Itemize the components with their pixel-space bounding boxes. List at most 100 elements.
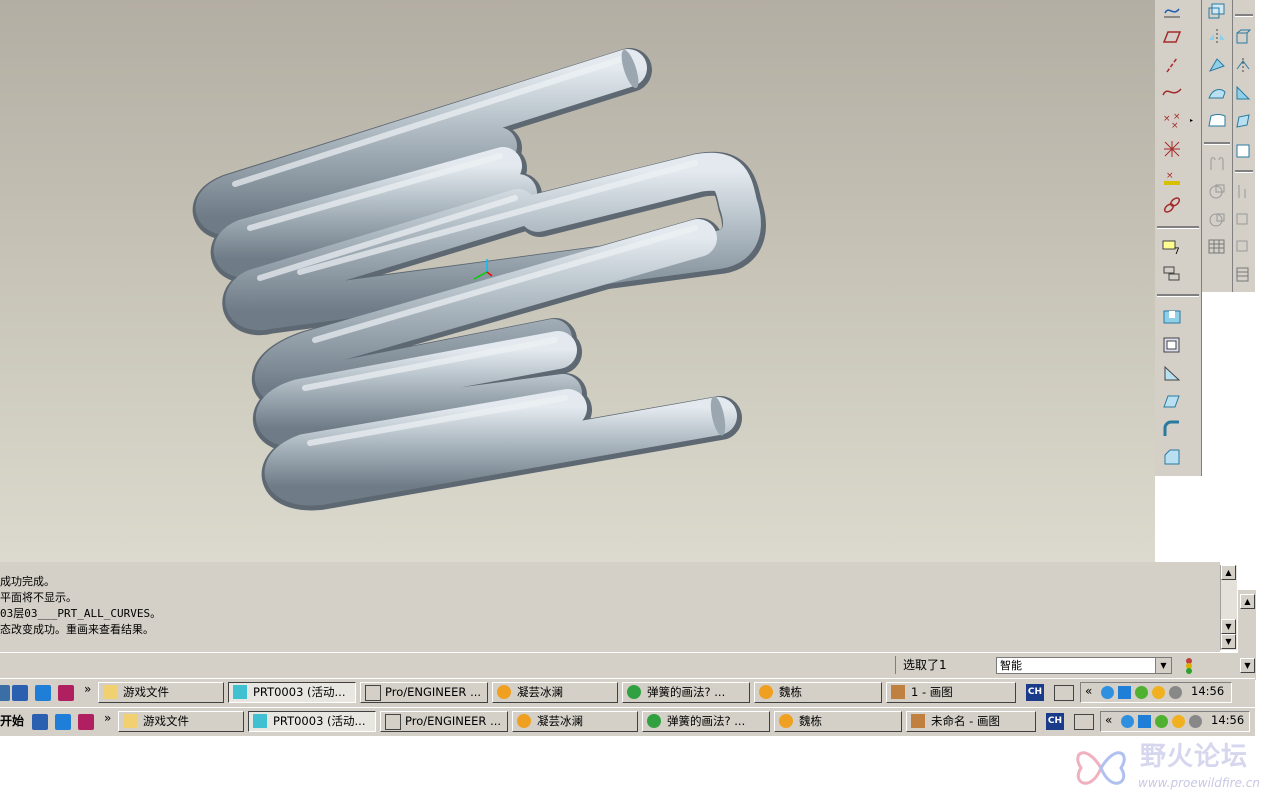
variable-sweep-icon[interactable] bbox=[1233, 82, 1253, 104]
traffic-light-icon[interactable] bbox=[1182, 657, 1196, 675]
task-qq-chat-2[interactable]: 魏栋 bbox=[754, 682, 882, 703]
start-button-fragment[interactable] bbox=[0, 685, 10, 701]
language-indicator[interactable]: CH bbox=[1046, 713, 1064, 730]
task-label: 弹簧的画法? ... bbox=[647, 685, 726, 699]
task-label: 游戏文件 bbox=[143, 714, 189, 728]
start-button[interactable]: 开始 bbox=[0, 712, 24, 729]
antivirus-icon[interactable] bbox=[1155, 715, 1168, 728]
copy-icon[interactable] bbox=[1205, 0, 1229, 22]
datum-plane-icon[interactable] bbox=[1160, 26, 1184, 48]
draft-icon[interactable] bbox=[1160, 390, 1184, 412]
message-line: 成功完成。 bbox=[0, 575, 55, 588]
task-prt0003[interactable]: PRT0003 (活动... bbox=[228, 682, 356, 703]
datum-axis-icon[interactable] bbox=[1160, 54, 1184, 76]
browser-icon bbox=[627, 685, 641, 699]
keyboard-icon[interactable] bbox=[1054, 685, 1074, 701]
annotation-icon[interactable]: 7 bbox=[1160, 236, 1184, 258]
tray-app-icon[interactable] bbox=[1118, 686, 1131, 699]
extend-icon[interactable] bbox=[1233, 180, 1253, 202]
back-icon[interactable] bbox=[55, 714, 71, 730]
task-qq-chat-1[interactable]: 凝芸冰澜 bbox=[492, 682, 618, 703]
qq-tray-icon[interactable] bbox=[1172, 715, 1185, 728]
volume-icon[interactable] bbox=[1189, 715, 1202, 728]
ie-icon[interactable] bbox=[12, 685, 28, 701]
sketch-curve-icon[interactable] bbox=[1160, 0, 1184, 22]
task-label: 魏栋 bbox=[779, 685, 802, 699]
table-icon[interactable] bbox=[1160, 263, 1184, 285]
tray-expand-icon[interactable]: « bbox=[1085, 684, 1092, 698]
message-line: 03层03___PRT_ALL_CURVES。 bbox=[0, 607, 162, 620]
trim-icon[interactable] bbox=[1205, 152, 1229, 174]
coordinate-system-icon[interactable] bbox=[1160, 138, 1184, 160]
swept-blend-icon[interactable] bbox=[1233, 110, 1253, 132]
browser-icon bbox=[647, 714, 661, 728]
task-paint[interactable]: 1 - 画图 bbox=[886, 682, 1016, 703]
round-icon[interactable] bbox=[1160, 418, 1184, 440]
grid-icon[interactable] bbox=[1205, 236, 1229, 258]
task-folder-games[interactable]: 游戏文件 bbox=[98, 682, 224, 703]
volume-icon[interactable] bbox=[1169, 686, 1182, 699]
task-qq-chat-2[interactable]: 魏栋 bbox=[774, 711, 902, 732]
scroll-down-arrow-icon[interactable]: ▼ bbox=[1221, 619, 1236, 634]
task-qq-chat-1[interactable]: 凝芸冰澜 bbox=[512, 711, 638, 732]
task-label: 凝芸冰澜 bbox=[537, 714, 583, 728]
hole-icon[interactable] bbox=[1160, 306, 1184, 328]
shell-icon[interactable] bbox=[1160, 334, 1184, 356]
keyboard-icon[interactable] bbox=[1074, 714, 1094, 730]
outer-scrollbar[interactable]: ▲ ▼ bbox=[1238, 590, 1256, 680]
media-icon[interactable] bbox=[58, 685, 74, 701]
qq-icon bbox=[779, 714, 793, 728]
window-icon bbox=[385, 714, 401, 730]
scroll-end-arrow-icon[interactable]: ▼ bbox=[1221, 634, 1236, 649]
scroll-up-arrow-icon[interactable]: ▲ bbox=[1221, 565, 1236, 580]
message-scrollbar[interactable]: ▲ ▼ ▼ bbox=[1220, 565, 1237, 650]
task-label: 未命名 - 画图 bbox=[931, 714, 1000, 728]
network-icon[interactable] bbox=[1121, 715, 1134, 728]
merge-icon[interactable] bbox=[1233, 208, 1253, 230]
pattern-icon[interactable] bbox=[1233, 264, 1253, 286]
chain-icon[interactable] bbox=[1160, 194, 1184, 216]
chamfer-icon[interactable] bbox=[1160, 446, 1184, 468]
qq-tray-icon[interactable] bbox=[1152, 686, 1165, 699]
datum-point-icon[interactable]: × × × bbox=[1160, 110, 1184, 132]
tray-app-icon[interactable] bbox=[1138, 715, 1151, 728]
taskbar-lower: 开始 » 游戏文件 PRT0003 (活动... Pro/ENGINEER ..… bbox=[0, 707, 1255, 736]
mirror-icon[interactable] bbox=[1205, 26, 1229, 48]
sweep-icon[interactable] bbox=[1205, 54, 1229, 76]
outer-scroll-up-icon[interactable]: ▲ bbox=[1240, 594, 1255, 609]
language-indicator[interactable]: CH bbox=[1026, 684, 1044, 701]
ie-icon[interactable] bbox=[32, 714, 48, 730]
task-proengineer[interactable]: Pro/ENGINEER ... bbox=[380, 711, 508, 732]
back-icon[interactable] bbox=[35, 685, 51, 701]
flyout-arrow-icon[interactable]: ▸ bbox=[1190, 117, 1193, 124]
extrude-icon[interactable] bbox=[1233, 26, 1253, 48]
more-chevron-icon[interactable]: » bbox=[104, 711, 111, 725]
task-browser[interactable]: 弹簧的画法? ... bbox=[622, 682, 750, 703]
task-proengineer[interactable]: Pro/ENGINEER ... bbox=[360, 682, 488, 703]
model-viewport[interactable] bbox=[0, 0, 1155, 562]
task-paint-untitled[interactable]: 未命名 - 画图 bbox=[906, 711, 1036, 732]
offset-icon[interactable] bbox=[1205, 180, 1229, 202]
message-line: 态改变成功。重画来查看结果。 bbox=[0, 623, 154, 636]
network-icon[interactable] bbox=[1101, 686, 1114, 699]
revolve-icon[interactable] bbox=[1233, 54, 1253, 76]
outer-scroll-down-icon[interactable]: ▼ bbox=[1240, 658, 1255, 673]
dropdown-arrow-icon[interactable]: ▼ bbox=[1155, 658, 1171, 673]
datum-curve-icon[interactable] bbox=[1160, 81, 1184, 103]
task-browser[interactable]: 弹簧的画法? ... bbox=[642, 711, 770, 732]
boundary-icon[interactable] bbox=[1233, 140, 1253, 162]
selection-filter-select[interactable]: 智能 ▼ bbox=[996, 657, 1172, 674]
task-folder-games[interactable]: 游戏文件 bbox=[118, 711, 244, 732]
tray-expand-icon[interactable]: « bbox=[1105, 713, 1112, 727]
antivirus-icon[interactable] bbox=[1135, 686, 1148, 699]
thicken-icon[interactable] bbox=[1205, 208, 1229, 230]
solidify-icon[interactable] bbox=[1233, 236, 1253, 258]
surface-icon[interactable] bbox=[1205, 110, 1229, 132]
more-chevron-icon[interactable]: » bbox=[84, 682, 91, 696]
task-prt0003[interactable]: PRT0003 (活动... bbox=[248, 711, 376, 732]
rib-icon[interactable] bbox=[1160, 362, 1184, 384]
blend-icon[interactable] bbox=[1205, 82, 1229, 104]
media-icon[interactable] bbox=[78, 714, 94, 730]
analysis-icon[interactable]: × bbox=[1160, 166, 1184, 188]
qq-icon bbox=[517, 714, 531, 728]
